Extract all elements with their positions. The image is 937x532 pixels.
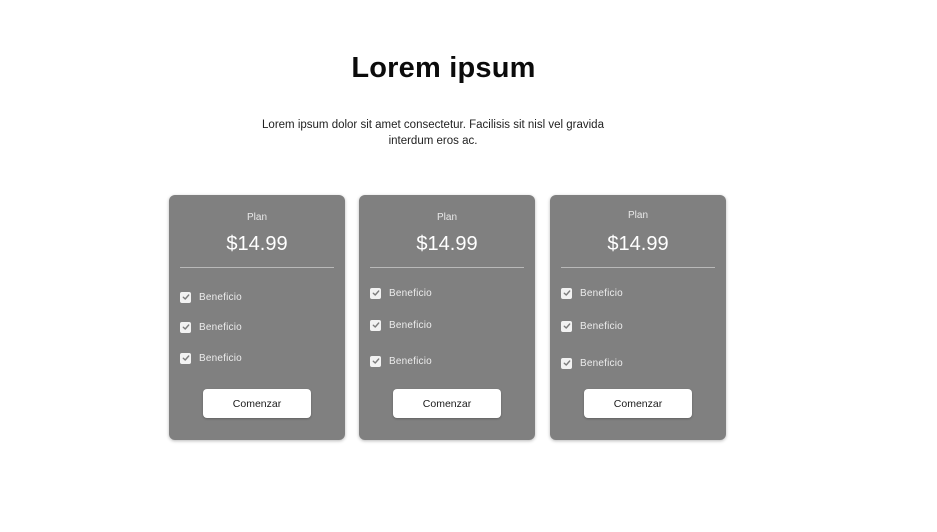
benefit-label: Beneficio: [389, 287, 432, 299]
benefit-item: Beneficio: [561, 286, 623, 300]
plan-label: Plan: [627, 210, 648, 221]
checkbox-checked-icon: [561, 357, 572, 369]
checkbox-checked-icon: [180, 291, 191, 303]
benefit-item: Beneficio: [370, 318, 432, 332]
comenzar-button[interactable]: Comenzar: [584, 389, 692, 418]
card-divider: [370, 267, 524, 268]
benefit-item: Beneficio: [561, 356, 623, 370]
benefit-item: Beneficio: [180, 351, 242, 365]
plan-price: $14.99: [226, 233, 288, 255]
plan-price: $14.99: [607, 233, 669, 255]
benefit-item: Beneficio: [180, 290, 242, 304]
benefit-label: Beneficio: [580, 287, 623, 299]
checkbox-checked-icon: [561, 320, 572, 332]
page-description-line-1: Lorem ipsum dolor sit amet consectetur. …: [262, 119, 604, 131]
benefit-label: Beneficio: [389, 355, 432, 367]
pricing-card-1: Plan $14.99 Beneficio Beneficio Benefici…: [169, 195, 345, 440]
page-description-line-2: interdum eros ac.: [388, 135, 478, 147]
comenzar-button[interactable]: Comenzar: [393, 389, 501, 418]
checkbox-checked-icon: [561, 287, 572, 299]
checkbox-checked-icon: [180, 321, 191, 333]
benefit-label: Beneficio: [580, 320, 623, 332]
benefit-item: Beneficio: [180, 320, 242, 334]
benefit-label: Beneficio: [199, 321, 242, 333]
plan-label: Plan: [436, 212, 457, 223]
benefit-item: Beneficio: [370, 286, 432, 300]
pricing-card-2: Plan $14.99 Beneficio Beneficio Benefici…: [359, 195, 535, 440]
benefit-label: Beneficio: [199, 352, 242, 364]
checkbox-checked-icon: [370, 287, 381, 299]
checkbox-checked-icon: [370, 355, 381, 367]
plan-price: $14.99: [416, 233, 478, 255]
page-title: Lorem ipsum: [351, 52, 536, 84]
page-description: Lorem ipsum dolor sit amet consectetur. …: [243, 117, 623, 149]
plan-label: Plan: [246, 212, 267, 223]
benefit-label: Beneficio: [389, 319, 432, 331]
benefit-item: Beneficio: [561, 319, 623, 333]
checkbox-checked-icon: [180, 352, 191, 364]
pricing-card-3: Plan $14.99 Beneficio Beneficio Benefici…: [550, 195, 726, 440]
benefit-label: Beneficio: [580, 357, 623, 369]
card-divider: [561, 267, 715, 268]
pricing-page: Lorem ipsum Lorem ipsum dolor sit amet c…: [0, 0, 937, 532]
benefit-item: Beneficio: [370, 354, 432, 368]
checkbox-checked-icon: [370, 319, 381, 331]
comenzar-button[interactable]: Comenzar: [203, 389, 311, 418]
benefit-label: Beneficio: [199, 291, 242, 303]
card-divider: [180, 267, 334, 268]
